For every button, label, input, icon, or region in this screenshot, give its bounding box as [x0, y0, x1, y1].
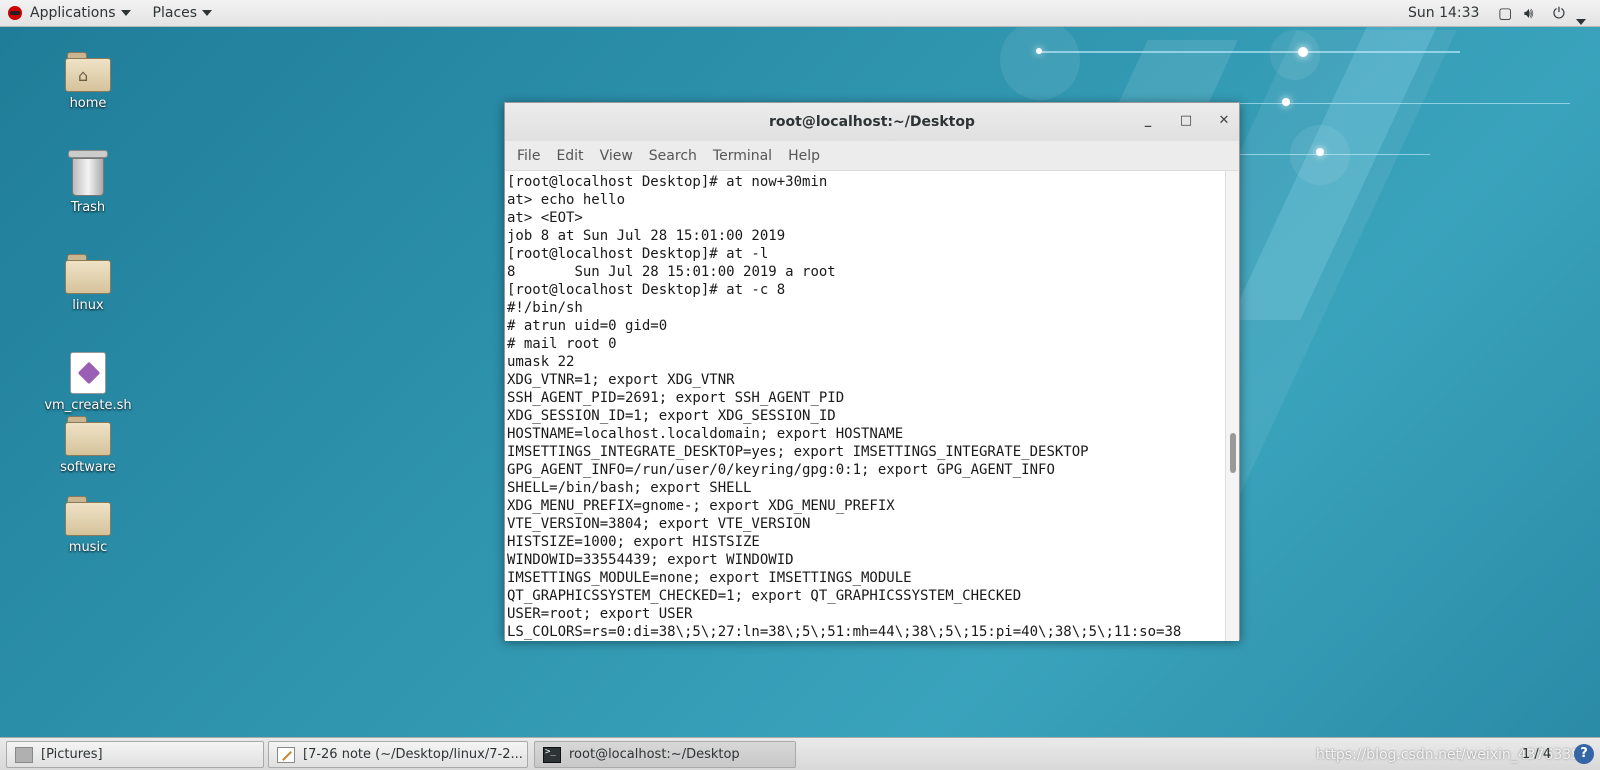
- terminal-line: 8 Sun Jul 28 15:01:00 2019 a root: [507, 264, 836, 280]
- terminal-line: [root@localhost Desktop]# at -l: [507, 246, 769, 262]
- folder-icon: [65, 496, 111, 536]
- window-title: root@localhost:~/Desktop: [769, 114, 975, 130]
- desktop-icon-label: home: [69, 96, 107, 111]
- terminal-line: HOSTNAME=localhost.localdomain; export H…: [507, 426, 904, 442]
- home-folder-icon: ⌂: [65, 52, 111, 92]
- redhat-logo-icon: [8, 6, 22, 20]
- places-menu[interactable]: Places: [145, 0, 221, 26]
- minimize-button[interactable]: _: [1139, 113, 1157, 128]
- terminal-line: at> echo hello: [507, 192, 626, 208]
- task-label: root@localhost:~/Desktop: [569, 747, 740, 762]
- clock[interactable]: Sun 14:33: [1408, 5, 1479, 21]
- maximize-button[interactable]: □: [1177, 113, 1195, 128]
- task-label: [7-26 note (~/Desktop/linux/7-2...: [303, 747, 523, 762]
- image-viewer-icon: [15, 746, 33, 763]
- terminal-output[interactable]: [root@localhost Desktop]# at now+30min a…: [505, 171, 1225, 641]
- desktop-icon-music[interactable]: music: [28, 496, 148, 555]
- chevron-down-icon[interactable]: [1576, 11, 1586, 29]
- close-button[interactable]: ✕: [1215, 113, 1233, 128]
- text-editor-icon: [277, 746, 295, 763]
- terminal-line: XDG_MENU_PREFIX=gnome-; export XDG_MENU_…: [507, 498, 895, 514]
- terminal-line: LS_COLORS=rs=0:di=38\;5\;27:ln=38\;5\;51…: [507, 624, 1182, 640]
- menu-file[interactable]: File: [509, 148, 548, 164]
- terminal-line: QT_GRAPHICSSYSTEM_CHECKED=1; export QT_G…: [507, 588, 1022, 604]
- trash-icon: [68, 150, 108, 196]
- window-titlebar[interactable]: root@localhost:~/Desktop _ □ ✕: [505, 103, 1239, 141]
- terminal-line: WINDOWID=33554439; export WINDOWID: [507, 552, 794, 568]
- top-panel: Applications Places Sun 14:33 ▢ 🔊︎ ⏻: [0, 0, 1600, 27]
- places-label: Places: [152, 5, 198, 21]
- folder-icon: [65, 254, 111, 294]
- applications-label: Applications: [30, 5, 116, 21]
- terminal-line: job 8 at Sun Jul 28 15:01:00 2019: [507, 228, 786, 244]
- power-icon[interactable]: ⏻: [1553, 4, 1565, 22]
- desktop-icon-linux[interactable]: linux: [28, 254, 148, 313]
- desktop-icon-label: software: [60, 460, 116, 475]
- terminal-line: umask 22: [507, 354, 575, 370]
- desktop-icon-vm-create[interactable]: vm_create.sh: [28, 352, 148, 413]
- terminal-line: # atrun uid=0 gid=0: [507, 318, 668, 334]
- terminal-line: SSH_AGENT_PID=2691; export SSH_AGENT_PID: [507, 390, 845, 406]
- terminal-line: GPG_AGENT_INFO=/run/user/0/keyring/gpg:0…: [507, 462, 1055, 478]
- terminal-line: [root@localhost Desktop]# at -c 8: [507, 282, 786, 298]
- volume-icon[interactable]: 🔊︎: [1524, 4, 1533, 22]
- terminal-scrollbar[interactable]: [1225, 171, 1239, 641]
- menu-search[interactable]: Search: [641, 148, 705, 164]
- menu-edit[interactable]: Edit: [548, 148, 591, 164]
- display-icon[interactable]: ▢: [1498, 4, 1512, 22]
- scrollbar-thumb[interactable]: [1230, 433, 1236, 473]
- task-label: [Pictures]: [41, 747, 103, 762]
- task-note-editor[interactable]: [7-26 note (~/Desktop/linux/7-2...: [268, 741, 528, 768]
- folder-icon: [65, 416, 111, 456]
- terminal-line: XDG_VTNR=1; export XDG_VTNR: [507, 372, 735, 388]
- terminal-line: # mail root 0: [507, 336, 617, 352]
- applications-menu[interactable]: Applications: [0, 0, 139, 26]
- desktop-icon-label: Trash: [70, 200, 106, 215]
- menu-terminal[interactable]: Terminal: [705, 148, 780, 164]
- desktop-icon-trash[interactable]: Trash: [28, 150, 148, 215]
- workspace-pager[interactable]: 1 / 4: [1522, 747, 1551, 762]
- terminal-line: #!/bin/sh: [507, 300, 583, 316]
- desktop-icon-software[interactable]: software: [28, 416, 148, 475]
- help-icon[interactable]: ?: [1574, 744, 1594, 764]
- terminal-line: at> <EOT>: [507, 210, 583, 226]
- desktop-icon-label: vm_create.sh: [44, 398, 132, 413]
- terminal-menubar: File Edit View Search Terminal Help: [505, 141, 1239, 171]
- desktop-icon-home[interactable]: ⌂ home: [28, 52, 148, 111]
- desktop-icon-label: music: [68, 540, 108, 555]
- terminal-line: SHELL=/bin/bash; export SHELL: [507, 480, 752, 496]
- bottom-taskbar: [Pictures] [7-26 note (~/Desktop/linux/7…: [0, 737, 1600, 770]
- terminal-line: [root@localhost Desktop]# at now+30min: [507, 174, 828, 190]
- desktop-icon-label: linux: [72, 298, 104, 313]
- script-file-icon: [70, 352, 106, 394]
- chevron-down-icon: [120, 10, 131, 16]
- terminal-window: root@localhost:~/Desktop _ □ ✕ File Edit…: [504, 102, 1240, 641]
- menu-view[interactable]: View: [592, 148, 641, 164]
- task-pictures[interactable]: [Pictures]: [6, 741, 264, 768]
- terminal-icon: [543, 746, 561, 763]
- menu-help[interactable]: Help: [780, 148, 828, 164]
- terminal-line: XDG_SESSION_ID=1; export XDG_SESSION_ID: [507, 408, 836, 424]
- terminal-line: HISTSIZE=1000; export HISTSIZE: [507, 534, 760, 550]
- terminal-line: VTE_VERSION=3804; export VTE_VERSION: [507, 516, 811, 532]
- terminal-line: IMSETTINGS_INTEGRATE_DESKTOP=yes; export…: [507, 444, 1089, 460]
- terminal-line: IMSETTINGS_MODULE=none; export IMSETTING…: [507, 570, 912, 586]
- terminal-line: USER=root; export USER: [507, 606, 693, 622]
- chevron-down-icon: [202, 10, 213, 16]
- task-terminal[interactable]: root@localhost:~/Desktop: [534, 741, 796, 768]
